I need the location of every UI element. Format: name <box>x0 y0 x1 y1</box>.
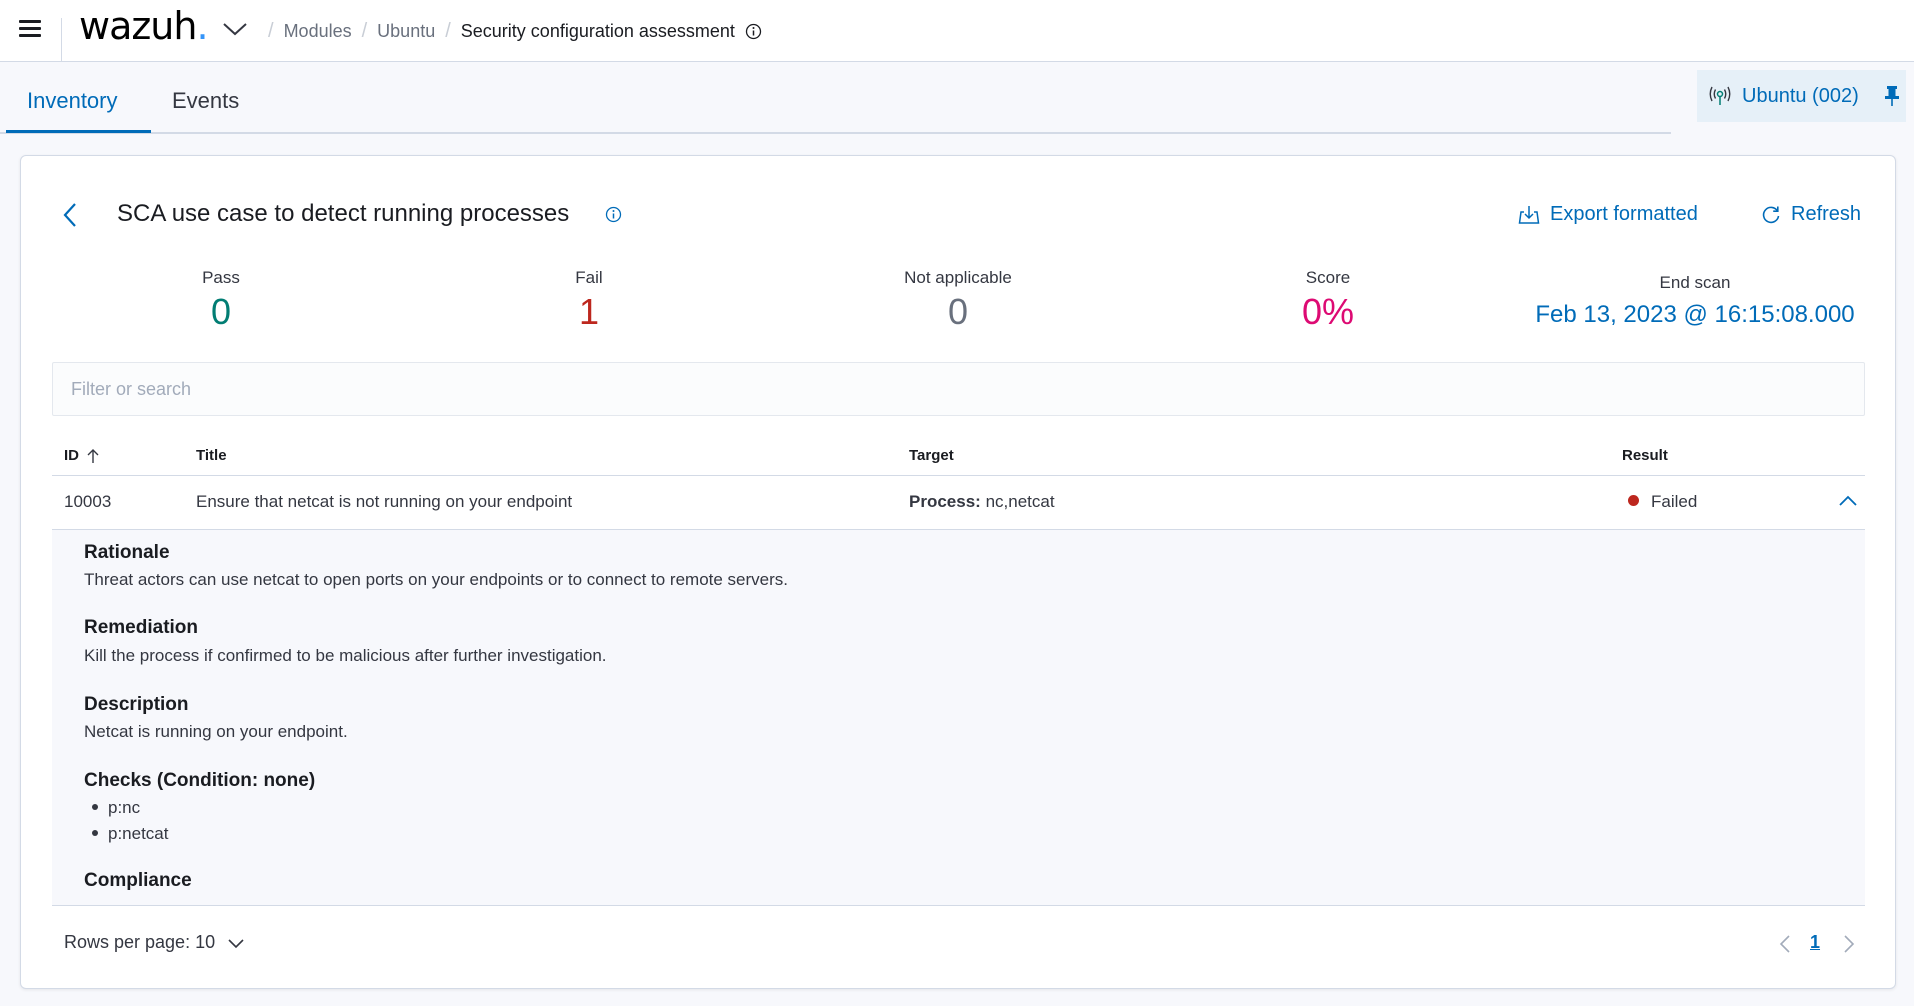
tab-inventory[interactable]: Inventory <box>27 88 118 114</box>
end-scan-value: Feb 13, 2023 @ 16:15:08.000 <box>1535 301 1855 328</box>
breadcrumb-separator: / <box>268 20 274 42</box>
stat-pass: Pass 0 <box>101 268 341 332</box>
top-header: wazuh. / Modules / Ubuntu / Security con… <box>0 0 1914 62</box>
column-header-target[interactable]: Target <box>909 447 954 464</box>
agent-selector-button[interactable]: Ubuntu (002) <box>1697 70 1906 122</box>
description-text: Netcat is running on your endpoint. <box>84 722 348 741</box>
logo-text: wazuh <box>79 4 197 48</box>
breadcrumb-ubuntu[interactable]: Ubuntu <box>377 21 435 42</box>
active-tab-indicator <box>6 130 151 133</box>
table-row[interactable]: 10003 Ensure that netcat is not running … <box>52 476 1865 530</box>
back-chevron-icon[interactable] <box>61 201 79 229</box>
stat-pass-label: Pass <box>202 268 240 287</box>
checks-heading: Checks (Condition: none) <box>84 770 316 791</box>
check-item: p:netcat <box>92 824 169 844</box>
stat-na-label: Not applicable <box>904 268 1012 287</box>
header-divider <box>61 18 62 62</box>
menu-icon[interactable] <box>19 20 41 38</box>
cell-result: Failed <box>1628 492 1697 512</box>
download-icon <box>1518 205 1540 224</box>
stat-not-applicable: Not applicable 0 <box>838 268 1078 332</box>
target-label: Process: <box>909 492 981 511</box>
breadcrumb: / Modules / Ubuntu / Security configurat… <box>258 20 762 43</box>
collapse-chevron-up-icon[interactable] <box>1838 494 1858 508</box>
sca-policy-panel: SCA use case to detect running processes… <box>20 155 1896 989</box>
cell-title: Ensure that netcat is not running on you… <box>196 492 573 511</box>
rows-per-page-select[interactable]: Rows per page: 10 <box>64 932 245 953</box>
export-formatted-button[interactable]: Export formatted <box>1518 203 1698 226</box>
result-label: Failed <box>1651 492 1698 511</box>
next-page-icon[interactable] <box>1843 934 1855 954</box>
logo-dot: . <box>196 4 208 48</box>
stat-end-scan: End scan Feb 13, 2023 @ 16:15:08.000 <box>1525 273 1865 329</box>
search-input[interactable] <box>52 362 1865 416</box>
policy-title: SCA use case to detect running processes <box>117 200 570 227</box>
table-header: ID Title Target Result <box>52 438 1865 476</box>
description-heading: Description <box>84 694 189 715</box>
chevron-down-icon[interactable] <box>222 19 248 39</box>
pin-icon[interactable] <box>1884 85 1900 107</box>
remediation-heading: Remediation <box>84 617 199 638</box>
tab-events[interactable]: Events <box>172 88 239 114</box>
breadcrumb-separator: / <box>361 20 368 42</box>
stat-na-value: 0 <box>947 291 969 332</box>
column-id-label: ID <box>64 447 79 464</box>
stat-pass-value: 0 <box>210 291 232 332</box>
end-scan-label: End scan <box>1659 273 1731 292</box>
rows-per-page-label: Rows per page: 10 <box>64 932 216 952</box>
cell-target: Process: nc,netcat <box>909 492 1055 512</box>
info-icon[interactable] <box>745 23 762 40</box>
sort-ascending-icon <box>87 448 99 463</box>
stat-score-value: 0% <box>1301 291 1355 332</box>
column-header-id[interactable]: ID <box>64 447 101 464</box>
refresh-icon <box>1762 206 1780 223</box>
column-header-title[interactable]: Title <box>196 447 227 464</box>
check-item: p:nc <box>92 798 140 818</box>
stat-score-label: Score <box>1305 268 1351 287</box>
refresh-label: Refresh <box>1791 203 1862 225</box>
compliance-heading: Compliance <box>84 870 192 891</box>
column-header-result[interactable]: Result <box>1622 447 1668 464</box>
rationale-text: Threat actors can use netcat to open por… <box>84 570 788 589</box>
breadcrumb-modules[interactable]: Modules <box>284 21 352 42</box>
cell-id: 10003 <box>64 492 112 511</box>
tab-bar: Inventory Events <box>0 62 1671 134</box>
agent-name: Ubuntu (002) <box>1742 84 1859 107</box>
stat-fail-value: 1 <box>578 291 600 332</box>
stat-fail-label: Fail <box>575 268 603 287</box>
chevron-down-icon <box>228 938 244 948</box>
status-dot-icon <box>1628 495 1639 506</box>
page-1-link[interactable]: 1 <box>1810 932 1820 953</box>
breadcrumb-separator: / <box>445 20 451 42</box>
wazuh-logo[interactable]: wazuh. <box>79 4 209 48</box>
refresh-button[interactable]: Refresh <box>1761 203 1861 226</box>
remediation-text: Kill the process if confirmed to be mali… <box>84 646 607 665</box>
previous-page-icon[interactable] <box>1779 934 1791 954</box>
stat-score: Score 0% <box>1208 268 1448 332</box>
info-icon[interactable] <box>605 206 622 223</box>
row-details: Rationale Threat actors can use netcat t… <box>52 530 1865 906</box>
target-value: nc,netcat <box>985 492 1055 511</box>
breadcrumb-current: Security configuration assessment <box>460 21 735 41</box>
rationale-heading: Rationale <box>84 542 170 563</box>
antenna-icon <box>1709 86 1731 105</box>
stat-fail: Fail 1 <box>469 268 709 332</box>
export-label: Export formatted <box>1550 203 1698 225</box>
